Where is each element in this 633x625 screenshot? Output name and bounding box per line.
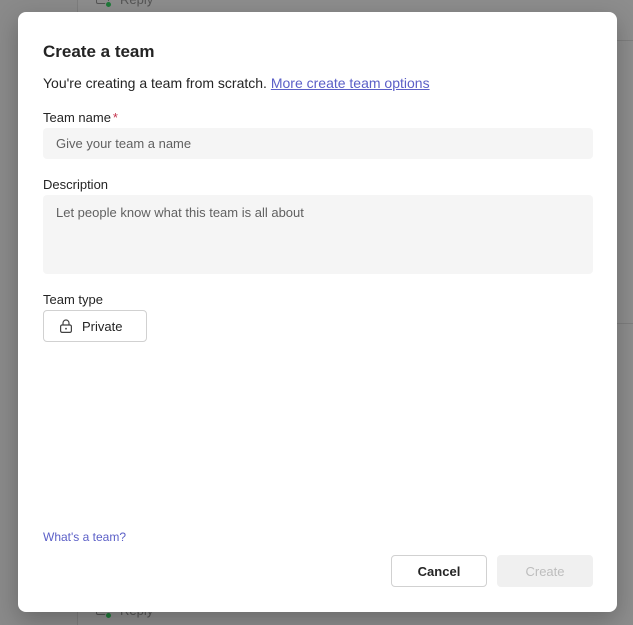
team-name-label: Team name * bbox=[43, 110, 118, 125]
description-label: Description bbox=[43, 177, 109, 192]
cancel-button[interactable]: Cancel bbox=[391, 555, 487, 587]
create-button[interactable]: Create bbox=[497, 555, 593, 587]
whats-a-team-link[interactable]: What's a team? bbox=[43, 530, 126, 544]
description-textarea[interactable] bbox=[43, 195, 593, 274]
presence-dot bbox=[105, 612, 112, 619]
dialog-title: Create a team bbox=[43, 42, 155, 61]
background-reply-top: Reply bbox=[96, 0, 153, 8]
presence-dot bbox=[105, 1, 112, 8]
team-name-label-text: Team name bbox=[43, 110, 111, 125]
more-create-team-options-link[interactable]: More create team options bbox=[271, 75, 430, 91]
subtitle-text: You're creating a team from scratch. bbox=[43, 75, 267, 91]
team-type-value: Private bbox=[82, 318, 123, 334]
background-separator bbox=[617, 323, 633, 324]
dialog-subtitle: You're creating a team from scratch. Mor… bbox=[43, 75, 430, 91]
background-reply-label: Reply bbox=[120, 0, 153, 7]
team-name-input[interactable] bbox=[43, 128, 593, 159]
chat-icon bbox=[96, 0, 112, 8]
team-type-label: Team type bbox=[43, 292, 103, 307]
create-team-dialog: Create a team You're creating a team fro… bbox=[18, 12, 617, 612]
background-separator bbox=[617, 40, 633, 41]
required-marker: * bbox=[112, 110, 118, 125]
lock-icon bbox=[58, 318, 74, 334]
team-type-button[interactable]: Private bbox=[43, 310, 147, 342]
